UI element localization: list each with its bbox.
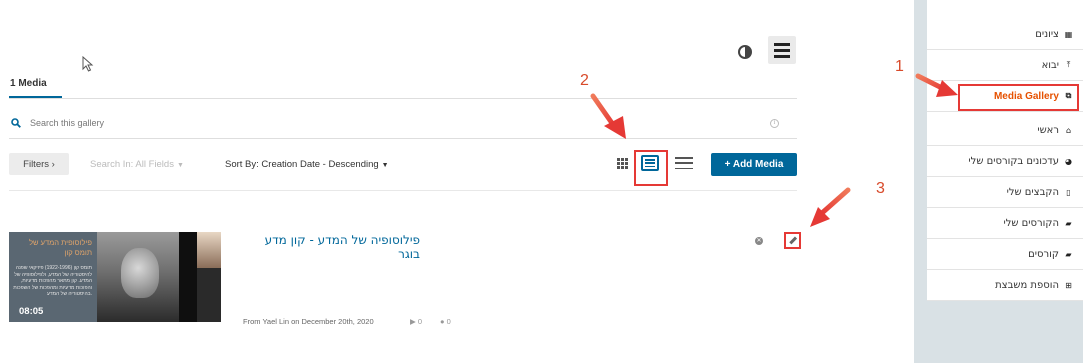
annotation-step-1: 1 <box>895 58 904 75</box>
annotation-highlight-detailed-view <box>634 150 668 186</box>
sidebar-item-my-courses[interactable]: הקורסים שלי ▰ <box>927 208 1083 239</box>
edit-pencil-icon[interactable] <box>784 232 801 249</box>
plays-value: 0 <box>417 317 423 326</box>
media-title-link[interactable]: פילוסופיה של המדע - קון מדע בוגר <box>240 233 420 261</box>
sidebar-item-label: ציונים <box>1035 28 1059 40</box>
plus-square-icon: ⊞ <box>1065 280 1072 290</box>
graduation-cap-icon: ▰ <box>1065 249 1072 259</box>
import-icon: ⤒ <box>1066 60 1071 69</box>
play-icon: ▶ <box>410 317 418 326</box>
file-icon: ▯ <box>1066 187 1071 197</box>
annotation-arrow-3 <box>810 187 851 227</box>
chevron-down-icon: ▼ <box>381 162 389 169</box>
media-duration: 08:05 <box>19 306 44 317</box>
sidebar-item-label: הוספת משבצת <box>995 279 1059 291</box>
tab-media-count[interactable]: 1 Media <box>10 78 47 89</box>
thumbnail-gap <box>179 232 197 322</box>
add-media-button[interactable]: + Add Media <box>711 153 797 176</box>
media-author-date: From Yael Lin on December 20th, 2020 <box>243 317 374 326</box>
sidebar-item-label: קורסים <box>1028 248 1059 260</box>
table-icon: ▦ <box>1064 29 1073 39</box>
filters-button[interactable]: Filters › <box>9 153 69 175</box>
contrast-toggle-icon[interactable] <box>738 45 752 59</box>
grid-view-icon[interactable] <box>617 158 628 169</box>
annotation-arrow-2 <box>590 93 626 139</box>
thumbnail-face <box>121 248 159 298</box>
sidebar-item-label: עדכונים בקורסים שלי <box>968 155 1059 167</box>
info-icon[interactable]: i <box>770 119 779 128</box>
annotation-step-3: 3 <box>876 180 885 197</box>
search-in-dropdown[interactable]: Search In: All Fields ▼ <box>90 159 184 170</box>
thumbnail-slide-text: תומס קון (1922-1996) פיזיקאי שפנה להיסטו… <box>13 265 92 297</box>
sidebar-item-my-files[interactable]: הקבצים שלי ▯ <box>927 177 1083 208</box>
chevron-down-icon: ▼ <box>176 162 184 169</box>
comments-value: 0 <box>446 317 451 326</box>
comment-icon: ● <box>440 317 447 326</box>
annotation-highlight-media-gallery <box>958 84 1079 111</box>
sidebar-item-label: הקבצים שלי <box>1006 186 1059 198</box>
search-icon <box>11 118 21 128</box>
dashboard-icon: ◕ <box>1065 156 1072 166</box>
sidebar-item-home[interactable]: ראשי ⌂ <box>927 115 1083 146</box>
thumbnail-slide-title: פילוסופית המדע של תומס קון <box>29 238 92 257</box>
sidebar-item-course-updates[interactable]: עדכונים בקורסים שלי ◕ <box>927 146 1083 177</box>
sort-by-dropdown[interactable]: Sort By: Creation Date - Descending ▼ <box>225 159 389 170</box>
gallery-search-input[interactable] <box>30 115 330 131</box>
thumbnail-webcam <box>197 232 221 268</box>
sidebar-item-add-block[interactable]: הוספת משבצת ⊞ <box>927 270 1083 301</box>
annotation-step-2: 2 <box>580 72 589 89</box>
media-thumbnail[interactable]: פילוסופית המדע של תומס קון תומס קון (192… <box>9 232 221 322</box>
graduation-cap-icon: ▰ <box>1065 218 1072 228</box>
page-root: { "main": { "tab_label": "1 Media", "sea… <box>0 0 1083 363</box>
divider <box>9 138 797 139</box>
divider <box>9 98 797 99</box>
plays-count: ▶ 0 <box>410 317 422 326</box>
annotation-arrow-1 <box>915 73 958 97</box>
home-icon: ⌂ <box>1065 125 1072 135</box>
search-in-label: Search In: All Fields <box>90 159 174 170</box>
sidebar-item-courses[interactable]: קורסים ▰ <box>927 239 1083 270</box>
filters-label: Filters › <box>23 158 55 170</box>
sidebar-item-grades[interactable]: ציונים ▦ <box>927 19 1083 50</box>
delete-icon[interactable]: ✕ <box>755 237 763 245</box>
divider <box>9 190 797 191</box>
sidebar-item-label: יבוא <box>1041 59 1059 71</box>
sidebar-item-label: ראשי <box>1037 124 1059 136</box>
sort-by-label: Sort By: Creation Date - Descending <box>225 159 379 170</box>
mouse-cursor-icon <box>82 56 94 72</box>
list-view-icon[interactable] <box>675 157 693 169</box>
sidebar-item-label: הקורסים שלי <box>1003 217 1059 229</box>
comments-count: ● 0 <box>440 317 451 326</box>
layout-toggle-button[interactable] <box>768 36 796 64</box>
